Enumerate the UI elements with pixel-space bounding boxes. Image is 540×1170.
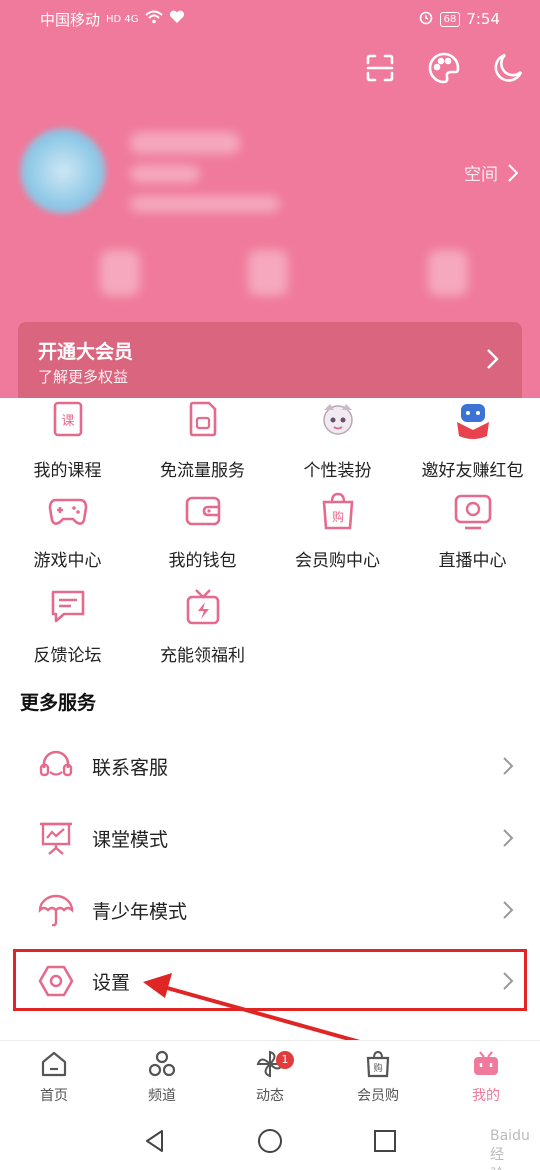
grid-label: 个性装扮 bbox=[303, 461, 372, 481]
network-indicator: HD 4G bbox=[106, 13, 139, 25]
row-label: 青少年模式 bbox=[92, 900, 188, 923]
row-youth-mode[interactable]: 青少年模式 bbox=[0, 876, 540, 944]
blurred-count-3 bbox=[428, 250, 468, 296]
chevron-right-icon bbox=[487, 349, 499, 369]
grid-label: 免流量服务 bbox=[160, 461, 245, 481]
grid-item-free-data[interactable]: 免流量服务 bbox=[135, 400, 270, 481]
vip-subtitle: 了解更多权益 bbox=[38, 368, 129, 386]
vip-title: 开通大会员 bbox=[38, 341, 134, 363]
shopping-bag-icon: 购 bbox=[322, 492, 353, 530]
clock: 7:54 bbox=[466, 10, 500, 28]
headset-icon bbox=[39, 750, 73, 777]
shop-bag-icon: 购 bbox=[366, 1050, 390, 1078]
tab-feed[interactable]: 动态 1 bbox=[216, 1049, 324, 1105]
alarm-icon bbox=[418, 9, 434, 29]
gamepad-icon bbox=[48, 498, 87, 525]
tab-label: 我的 bbox=[472, 1088, 500, 1104]
tab-label: 首页 bbox=[40, 1088, 68, 1104]
feedback-icon bbox=[51, 590, 84, 623]
tab-vip-shop[interactable]: 购 会员购 bbox=[324, 1049, 432, 1105]
blurred-count-1 bbox=[100, 250, 140, 296]
watermark: Baidu 经验 bbox=[490, 1128, 530, 1170]
grid-item-vip-shop[interactable]: 购 会员购中心 bbox=[270, 490, 405, 571]
notification-badge: 1 bbox=[276, 1051, 294, 1069]
chevron-right-icon bbox=[503, 829, 514, 847]
profile-header: 中国移动 HD 4G 68 7:54 空间 开通大会员 了解更多权益 bbox=[0, 0, 540, 398]
back-icon[interactable] bbox=[142, 1128, 168, 1154]
annotation-box-settings bbox=[13, 949, 527, 1011]
grid-item-live-center[interactable]: 直播中心 bbox=[405, 490, 540, 571]
scan-icon[interactable] bbox=[362, 50, 398, 86]
system-nav-bar: Baidu 经验 bbox=[0, 1112, 540, 1170]
sim-card-icon bbox=[189, 401, 216, 437]
battery-indicator: 68 bbox=[439, 11, 461, 27]
tab-label: 频道 bbox=[148, 1088, 176, 1104]
recents-square-icon[interactable] bbox=[372, 1128, 398, 1154]
row-classroom-mode[interactable]: 课堂模式 bbox=[0, 804, 540, 872]
avatar[interactable] bbox=[20, 128, 106, 214]
tv-face-icon bbox=[474, 1051, 498, 1075]
grid-label: 会员购中心 bbox=[295, 551, 380, 571]
heart-icon bbox=[169, 10, 185, 28]
grid-item-wallet[interactable]: 我的钱包 bbox=[135, 490, 270, 571]
home-icon bbox=[41, 1051, 67, 1077]
course-icon: 课 bbox=[53, 401, 82, 437]
space-link-label: 空间 bbox=[464, 165, 498, 185]
classroom-icon bbox=[40, 822, 72, 855]
bottom-tab-bar: 首页 频道 动态 1 购 会员购 我的 bbox=[0, 1040, 540, 1112]
blurred-user-stats bbox=[130, 196, 280, 212]
red-envelope-icon bbox=[456, 404, 489, 439]
channels-icon bbox=[148, 1050, 176, 1077]
blurred-count-2 bbox=[248, 250, 288, 296]
live-tv-icon bbox=[454, 494, 491, 530]
grid-item-my-courses[interactable]: 课 我的课程 bbox=[0, 400, 135, 481]
section-title-more-services: 更多服务 bbox=[20, 692, 97, 714]
grid-item-decorations[interactable]: 个性装扮 bbox=[270, 400, 405, 481]
night-mode-moon-icon[interactable] bbox=[490, 50, 526, 86]
grid-item-feedback[interactable]: 反馈论坛 bbox=[0, 585, 135, 666]
tab-channels[interactable]: 频道 bbox=[108, 1049, 216, 1105]
tab-mine[interactable]: 我的 bbox=[432, 1049, 540, 1105]
grid-label: 我的钱包 bbox=[168, 551, 237, 571]
blurred-user-info bbox=[130, 165, 200, 183]
home-circle-icon[interactable] bbox=[257, 1128, 283, 1154]
carrier-label: 中国移动 bbox=[40, 10, 101, 29]
wallet-icon bbox=[185, 496, 220, 526]
gift-box-icon bbox=[186, 589, 219, 625]
svg-text:购: 购 bbox=[331, 509, 343, 524]
grid-label: 直播中心 bbox=[438, 551, 507, 571]
umbrella-icon bbox=[38, 894, 74, 927]
svg-text:课: 课 bbox=[61, 414, 74, 429]
blurred-username bbox=[130, 132, 240, 154]
status-bar: 中国移动 HD 4G 68 7:54 bbox=[40, 8, 500, 30]
row-label: 课堂模式 bbox=[92, 828, 169, 851]
grid-item-charge-rewards[interactable]: 充能领福利 bbox=[135, 585, 270, 666]
chevron-right-icon bbox=[503, 757, 514, 775]
chevron-right-icon bbox=[508, 163, 518, 182]
grid-item-invite-friends[interactable]: 邀好友赚红包 bbox=[405, 400, 540, 481]
grid-item-game-center[interactable]: 游戏中心 bbox=[0, 490, 135, 571]
my-space-link[interactable]: 空间 bbox=[464, 160, 518, 185]
wifi-icon bbox=[144, 10, 163, 28]
grid-label: 游戏中心 bbox=[33, 551, 102, 571]
grid-label: 我的课程 bbox=[33, 461, 102, 481]
theme-palette-icon[interactable] bbox=[426, 50, 462, 86]
tab-label: 动态 bbox=[256, 1088, 284, 1104]
row-label: 联系客服 bbox=[92, 756, 169, 779]
grid-label: 充能领福利 bbox=[160, 646, 245, 666]
tab-label: 会员购 bbox=[357, 1088, 399, 1104]
grid-label: 邀好友赚红包 bbox=[421, 461, 524, 481]
tab-home[interactable]: 首页 bbox=[0, 1049, 108, 1105]
chevron-right-icon bbox=[503, 901, 514, 919]
row-customer-service[interactable]: 联系客服 bbox=[0, 732, 540, 800]
vip-banner[interactable]: 开通大会员 了解更多权益 bbox=[18, 322, 522, 398]
svg-text:购: 购 bbox=[373, 1062, 382, 1074]
avatar-sticker-icon bbox=[322, 404, 353, 435]
grid-label: 反馈论坛 bbox=[33, 646, 102, 666]
